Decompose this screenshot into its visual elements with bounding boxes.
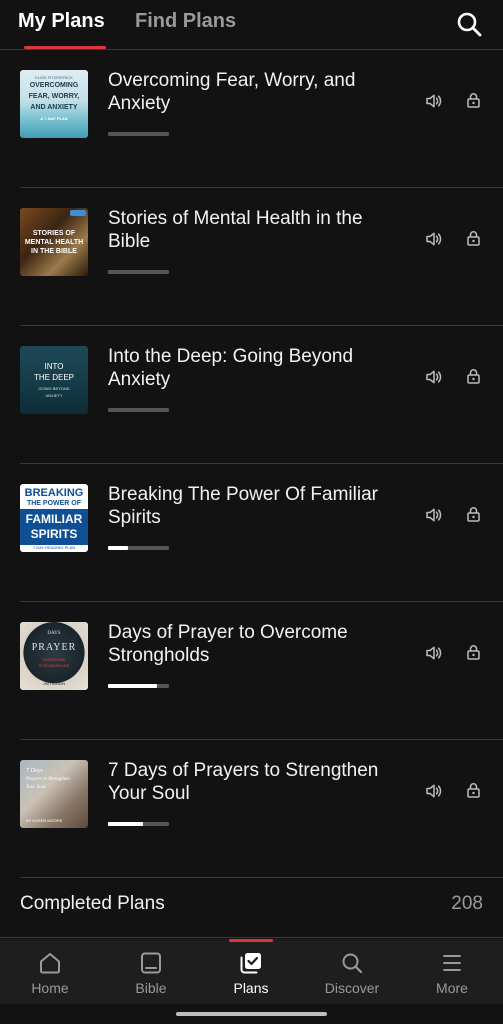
thumb-subtitle: 7 DAY READING PLAN xyxy=(32,545,76,550)
audio-icon xyxy=(426,508,442,522)
plan-thumbnail: BREAKING THE POWER OF FAMILIAR SPIRITS 7… xyxy=(20,484,88,552)
tab-find-plans[interactable]: Find Plans xyxy=(135,10,236,33)
plan-title: Days of Prayer to Overcome Strongholds xyxy=(108,622,348,666)
plan-thumbnail: DAYS PRAYER OVERCOME STRONGHOLDS JIM HAN… xyxy=(20,622,88,690)
thumb-title-line: SPIRITS xyxy=(30,527,78,541)
plan-progress-bar xyxy=(108,408,169,412)
gesture-area xyxy=(0,1004,503,1024)
plan-title: Breaking The Power Of Familiar Spirits xyxy=(108,484,378,528)
discover-icon xyxy=(342,953,363,974)
search-button[interactable] xyxy=(455,10,483,38)
completed-plans-row[interactable]: Completed Plans 208 xyxy=(0,870,503,938)
lock-icon xyxy=(467,93,480,108)
thumb-title-line: THE DEEP xyxy=(33,373,74,382)
thumb-author: ELISE FITZPATRICK xyxy=(35,75,73,80)
plans-icon xyxy=(240,953,261,974)
completed-plans-label: Completed Plans xyxy=(20,893,165,914)
tab-my-plans[interactable]: My Plans xyxy=(18,10,105,33)
thumb-title-line: FAMILIAR xyxy=(25,512,83,526)
lock-icon xyxy=(467,783,480,798)
plan-thumbnail: INTO THE DEEP GOING BEYOND ANXIETY xyxy=(20,346,88,414)
plan-title: Stories of Mental Health in the Bible xyxy=(108,208,363,252)
plan-row[interactable]: ELISE FITZPATRICK OVERCOMING FEAR, WORRY… xyxy=(0,50,503,188)
thumb-title-line: BREAKING xyxy=(24,487,84,499)
thumb-title-line: IN THE BIBLE xyxy=(31,248,77,255)
lock-icon xyxy=(467,507,480,522)
thumb-subtitle: A 7-DAY PLAN xyxy=(40,116,68,121)
nav-discover[interactable]: Discover xyxy=(302,939,402,1004)
plan-thumbnail: ELISE FITZPATRICK OVERCOMING FEAR, WORRY… xyxy=(20,70,88,138)
plan-row[interactable]: BREAKING THE POWER OF FAMILIAR SPIRITS 7… xyxy=(0,464,503,602)
thumb-title-line: STORIES OF xyxy=(32,230,76,237)
thumb-title-line: 7 Days xyxy=(26,768,43,774)
audio-icon xyxy=(426,784,442,798)
thumb-title-line: PRAYER xyxy=(31,642,77,653)
plan-progress-bar xyxy=(108,822,169,826)
plan-title: Overcoming Fear, Worry, and Anxiety xyxy=(108,70,356,114)
thumb-author: JIM HANKIN xyxy=(42,681,66,686)
nav-label: Bible xyxy=(135,980,167,996)
plan-progress-bar xyxy=(108,684,169,688)
nav-bible[interactable]: Bible xyxy=(101,939,201,1004)
plan-row[interactable]: STORIES OF MENTAL HEALTH IN THE BIBLE St… xyxy=(0,188,503,326)
gesture-handle[interactable] xyxy=(176,1012,327,1016)
nav-label: Plans xyxy=(233,980,269,996)
menu-icon xyxy=(443,955,461,971)
thumb-badge xyxy=(70,210,86,216)
nav-home[interactable]: Home xyxy=(0,939,100,1004)
plan-title: 7 Days of Prayers to Strengthen Your Sou… xyxy=(108,760,379,804)
thumb-title-line: Your Soul xyxy=(26,785,46,790)
thumb-title-line: THE POWER OF xyxy=(26,500,82,507)
plan-progress-bar xyxy=(108,270,169,274)
audio-icon xyxy=(426,232,442,246)
nav-more[interactable]: More xyxy=(402,939,502,1004)
thumb-title-line: OVERCOMING xyxy=(29,82,79,89)
thumb-title-line: MENTAL HEALTH xyxy=(24,239,84,246)
thumb-title-line: FEAR, WORRY, xyxy=(28,93,80,100)
nav-plans[interactable]: Plans xyxy=(201,939,301,1004)
thumb-title-line: INTO xyxy=(44,362,64,371)
lock-icon xyxy=(467,369,480,384)
lock-icon xyxy=(467,231,480,246)
lock-icon xyxy=(467,645,480,660)
nav-label: More xyxy=(436,980,468,996)
search-icon xyxy=(457,12,482,37)
plan-title: Into the Deep: Going Beyond Anxiety xyxy=(108,346,354,390)
nav-label: Home xyxy=(31,980,69,996)
home-icon xyxy=(40,953,60,974)
nav-label: Discover xyxy=(324,980,380,996)
plan-progress-bar xyxy=(108,546,169,550)
bottom-navigation: Home Bible Plans Discover More xyxy=(0,939,503,1004)
audio-icon xyxy=(426,646,442,660)
thumb-author: BY KAREN MOORE xyxy=(26,818,63,823)
completed-plans-count: 208 xyxy=(451,893,483,914)
thumb-title-line: Prayers to Strengthen xyxy=(26,777,70,782)
thumb-subtitle: OVERCOME xyxy=(42,657,66,662)
thumb-title-line: DAYS xyxy=(47,631,61,636)
audio-icon xyxy=(426,94,442,108)
plan-row[interactable]: INTO THE DEEP GOING BEYOND ANXIETY Into … xyxy=(0,326,503,464)
bible-icon xyxy=(141,952,161,974)
plan-row[interactable]: 7 Days Prayers to Strengthen Your Soul B… xyxy=(0,740,503,878)
plan-row[interactable]: DAYS PRAYER OVERCOME STRONGHOLDS JIM HAN… xyxy=(0,602,503,740)
thumb-subtitle: STRONGHOLDS xyxy=(38,663,70,668)
audio-icon xyxy=(426,370,442,384)
thumb-subtitle: GOING BEYOND xyxy=(38,386,70,391)
thumb-subtitle: ANXIETY xyxy=(45,393,63,398)
plan-thumbnail: 7 Days Prayers to Strengthen Your Soul B… xyxy=(20,760,88,828)
plan-thumbnail: STORIES OF MENTAL HEALTH IN THE BIBLE xyxy=(20,208,88,276)
top-app-bar: My Plans Find Plans xyxy=(0,0,503,50)
active-tab-indicator xyxy=(24,46,106,49)
plan-progress-bar xyxy=(108,132,169,136)
thumb-title-line: AND ANXIETY xyxy=(30,104,78,111)
